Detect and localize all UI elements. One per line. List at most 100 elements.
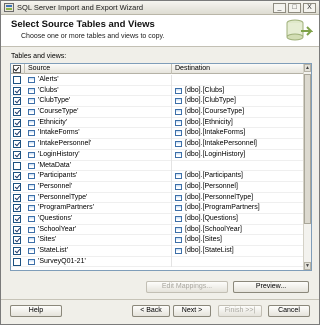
table-rows: 'Alerts' 'Clubs' [dbo].[Clubs] 'ClubType' [d… <box>11 75 304 268</box>
edit-mappings-button[interactable]: Edit Mappings... <box>146 281 228 293</box>
source-table-name: 'Alerts' <box>38 76 59 83</box>
table-icon <box>175 237 182 244</box>
destination-table-name[interactable]: [dbo].[ProgramPartners] <box>185 204 260 211</box>
source-table-name: 'Sites' <box>38 236 57 244</box>
table-row[interactable]: 'CourseType' [dbo].[CourseType] <box>11 107 304 118</box>
destination-table-name[interactable]: [dbo].[PersonnelType] <box>185 194 253 201</box>
minimize-button[interactable]: _ <box>273 3 286 13</box>
table-icon <box>28 87 35 94</box>
page-subtitle: Choose one or more tables and views to c… <box>21 33 165 40</box>
row-checkbox[interactable] <box>13 76 21 84</box>
table-icon <box>175 109 182 116</box>
source-table-name: 'Ethnicity' <box>38 118 68 126</box>
finish-button[interactable]: Finish >>| <box>218 305 262 317</box>
row-checkbox[interactable] <box>13 193 21 202</box>
row-checkbox[interactable] <box>13 86 21 95</box>
table-icon <box>175 226 182 233</box>
maximize-button[interactable]: □ <box>288 3 301 13</box>
table-row[interactable]: 'SurveyQ01-21' <box>11 256 304 268</box>
destination-table-name[interactable]: [dbo].[Clubs] <box>185 87 224 94</box>
help-button[interactable]: Help <box>10 305 62 317</box>
row-checkbox[interactable] <box>13 172 21 181</box>
title-bar: SQL Server Import and Export Wizard _ □ … <box>1 1 319 15</box>
destination-table-name[interactable]: [dbo].[ClubType] <box>185 97 236 104</box>
table-row[interactable]: 'ClubType' [dbo].[ClubType] <box>11 96 304 108</box>
scroll-down-arrow-icon[interactable]: ▼ <box>304 262 311 270</box>
source-table-name: 'StateList' <box>38 247 68 254</box>
table-icon <box>175 183 182 190</box>
table-row[interactable]: 'Participants' [dbo].[Participants] <box>11 171 304 182</box>
scrollbar-thumb[interactable] <box>304 74 311 224</box>
tables-views-label: Tables and views: <box>11 53 67 60</box>
destination-table-name[interactable]: [dbo].[StateList] <box>185 247 234 254</box>
column-divider <box>171 181 172 193</box>
source-table-name: 'Participants' <box>38 172 78 180</box>
destination-table-name[interactable]: [dbo].[IntakeForms] <box>185 129 245 136</box>
row-checkbox[interactable] <box>13 118 21 127</box>
source-column-header[interactable]: Source <box>28 65 50 72</box>
table-row[interactable]: 'ProgramPartners' [dbo].[ProgramPartners] <box>11 203 304 214</box>
table-row[interactable]: 'MetaData' <box>11 160 304 172</box>
row-checkbox[interactable] <box>13 257 21 266</box>
table-icon <box>28 173 35 180</box>
source-table-name: 'Personnel' <box>38 182 73 190</box>
table-row[interactable]: 'IntakeForms' [dbo].[IntakeForms] <box>11 128 304 140</box>
next-button[interactable]: Next > <box>173 305 211 317</box>
table-icon <box>175 248 182 254</box>
table-icon <box>28 183 35 190</box>
preview-button[interactable]: Preview... <box>233 281 309 293</box>
source-table-name: 'LoginHistory' <box>38 150 80 158</box>
vertical-scrollbar[interactable]: ▲ ▼ <box>303 64 311 270</box>
row-checkbox[interactable] <box>13 247 21 255</box>
table-row[interactable]: 'StateList' [dbo].[StateList] <box>11 246 304 257</box>
table-row[interactable]: 'Alerts' <box>11 75 304 86</box>
table-row[interactable]: 'IntakePersonnel' [dbo].[IntakePersonnel] <box>11 139 304 150</box>
row-checkbox[interactable] <box>13 161 21 170</box>
table-row[interactable]: 'PersonnelType' [dbo].[PersonnelType] <box>11 192 304 204</box>
row-checkbox[interactable] <box>13 129 21 138</box>
row-checkbox[interactable] <box>13 150 21 159</box>
source-table-name: 'ClubType' <box>38 97 71 105</box>
scroll-up-arrow-icon[interactable]: ▲ <box>304 64 311 72</box>
table-row[interactable]: 'Questions' [dbo].[Questions] <box>11 213 304 225</box>
table-row[interactable]: 'Clubs' [dbo].[Clubs] <box>11 85 304 97</box>
cancel-button[interactable]: Cancel <box>268 305 310 317</box>
destination-table-name[interactable]: [dbo].[Personnel] <box>185 183 238 190</box>
destination-table-name[interactable]: [dbo].[Sites] <box>185 236 222 243</box>
table-row[interactable]: 'Ethnicity' [dbo].[Ethnicity] <box>11 117 304 129</box>
destination-table-name[interactable]: [dbo].[Ethnicity] <box>185 119 233 126</box>
row-checkbox[interactable] <box>13 204 21 213</box>
table-icon <box>28 98 35 105</box>
table-icon <box>175 87 182 94</box>
column-divider <box>171 128 172 140</box>
destination-table-name[interactable]: [dbo].[CourseType] <box>185 108 244 115</box>
row-checkbox[interactable] <box>13 225 21 234</box>
table-icon <box>28 162 35 169</box>
back-button[interactable]: < Back <box>132 305 170 317</box>
column-divider <box>171 203 172 214</box>
row-checkbox[interactable] <box>13 97 21 106</box>
destination-table-name[interactable]: [dbo].[LoginHistory] <box>185 151 245 158</box>
column-divider <box>171 96 172 108</box>
destination-table-name[interactable]: [dbo].[SchoolYear] <box>185 226 242 233</box>
source-table-name: 'Questions' <box>38 214 73 222</box>
select-all-checkbox[interactable] <box>13 65 21 73</box>
table-row[interactable]: 'Personnel' [dbo].[Personnel] <box>11 181 304 193</box>
destination-table-name[interactable]: [dbo].[IntakePersonnel] <box>185 140 257 147</box>
row-checkbox[interactable] <box>13 182 21 191</box>
row-checkbox[interactable] <box>13 236 21 245</box>
close-button[interactable]: X <box>303 3 316 13</box>
column-divider <box>171 85 172 97</box>
table-row[interactable]: 'LoginHistory' [dbo].[LoginHistory] <box>11 149 304 161</box>
source-table-name: 'MetaData' <box>38 161 72 169</box>
destination-table-name[interactable]: [dbo].[Questions] <box>185 215 238 222</box>
row-checkbox[interactable] <box>13 214 21 223</box>
column-divider <box>171 117 172 129</box>
row-checkbox[interactable] <box>13 140 21 149</box>
destination-column-header[interactable]: Destination <box>175 65 210 72</box>
table-row[interactable]: 'SchoolYear' [dbo].[SchoolYear] <box>11 224 304 236</box>
table-row[interactable]: 'Sites' [dbo].[Sites] <box>11 235 304 246</box>
row-checkbox[interactable] <box>13 108 21 117</box>
destination-table-name[interactable]: [dbo].[Participants] <box>185 172 243 179</box>
table-icon <box>175 173 182 180</box>
